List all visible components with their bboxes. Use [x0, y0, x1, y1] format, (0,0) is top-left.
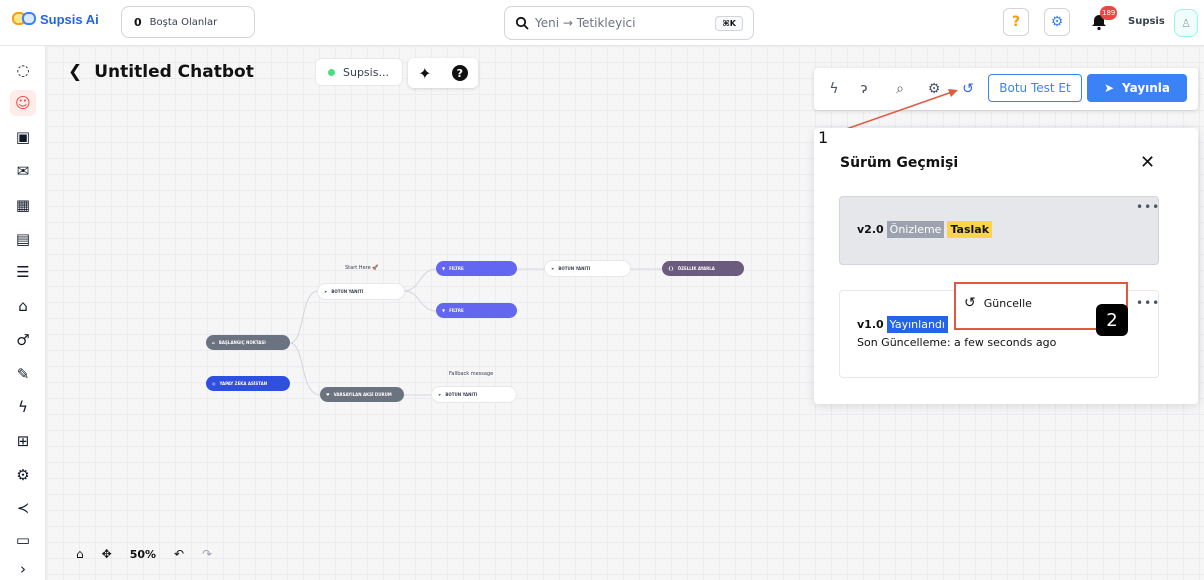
- last-updated: Son Güncelleme: a few seconds ago: [857, 336, 1057, 349]
- version-row: v2.0 Önizleme Taslak: [857, 221, 993, 238]
- close-icon[interactable]: ✕: [1140, 152, 1155, 173]
- annotation-step-1: 1: [818, 128, 829, 147]
- status-badge: Yayınlandı: [886, 316, 948, 333]
- panel-title: Sürüm Geçmişi: [840, 155, 959, 171]
- more-icon[interactable]: •••: [1136, 296, 1160, 310]
- version-row: v1.0 Yayınlandı: [857, 316, 948, 333]
- version-number: v1.0: [857, 318, 884, 331]
- version-number: v2.0: [857, 223, 884, 236]
- update-menu-item[interactable]: ↺ Güncelle: [964, 295, 1032, 311]
- annotation-step-2: 2: [1096, 304, 1128, 336]
- history-icon: ↺: [964, 295, 976, 311]
- status-badge: Önizleme: [886, 221, 945, 238]
- status-badge: Taslak: [947, 221, 993, 238]
- update-label: Güncelle: [983, 296, 1032, 310]
- more-icon[interactable]: •••: [1136, 200, 1160, 214]
